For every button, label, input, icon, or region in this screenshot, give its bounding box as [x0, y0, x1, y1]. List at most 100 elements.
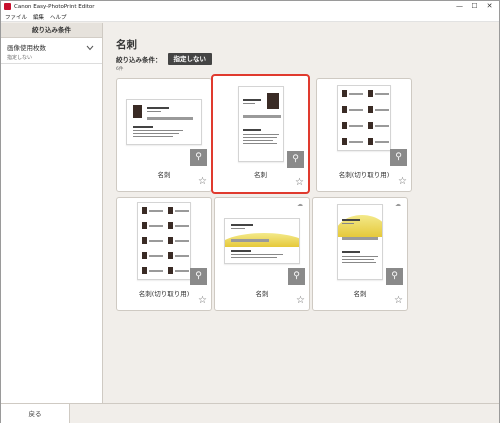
- chevron-down-icon[interactable]: [86, 44, 94, 53]
- thumb-text: [242, 129, 261, 131]
- portrait-photo: [168, 207, 173, 214]
- thumb-text: [231, 224, 253, 226]
- template-card[interactable]: ☁ ⚲ 名刺 ☆: [214, 197, 310, 311]
- portrait-photo: [133, 105, 142, 118]
- template-thumbnail: [224, 218, 300, 264]
- thumb-text: [147, 107, 169, 109]
- star-icon[interactable]: ☆: [295, 177, 304, 188]
- filter-title: 画像使用枚数: [7, 44, 46, 52]
- cloud-download-icon[interactable]: ☁: [297, 201, 303, 208]
- thumb-placeholder: [375, 141, 389, 143]
- result-count: 6件: [116, 67, 124, 72]
- thumb-text: [242, 143, 277, 144]
- portrait-photo: [368, 138, 373, 145]
- thumb-text: [242, 140, 273, 141]
- thumb-placeholder: [231, 239, 269, 242]
- window-title: Canon Easy-PhotoPrint Editor: [14, 3, 95, 10]
- portrait-photo: [368, 122, 373, 129]
- portrait-photo: [368, 90, 373, 97]
- title-bar: Canon Easy-PhotoPrint Editor — ☐ ✕: [1, 1, 499, 12]
- thumb-placeholder: [375, 125, 389, 127]
- minimize-button[interactable]: —: [452, 1, 467, 12]
- app-logo-icon: [4, 3, 11, 10]
- menu-bar: ファイル 編集 ヘルプ: [1, 12, 499, 22]
- portrait-photo: [168, 222, 173, 229]
- thumb-placeholder: [175, 210, 189, 212]
- portrait-photo: [342, 138, 347, 145]
- thumb-placeholder: [175, 255, 189, 257]
- thumb-placeholder: [349, 125, 363, 127]
- thumb-text: [342, 219, 360, 221]
- thumb-text: [342, 262, 376, 263]
- magnifier-icon[interactable]: ⚲: [287, 151, 304, 168]
- maximize-button[interactable]: ☐: [467, 1, 482, 12]
- thumb-text: [133, 130, 183, 131]
- thumb-text: [342, 251, 360, 253]
- thumb-placeholder: [149, 210, 163, 212]
- close-button[interactable]: ✕: [482, 1, 497, 12]
- portrait-photo: [342, 122, 347, 129]
- menu-edit[interactable]: 編集: [33, 13, 44, 21]
- menu-help[interactable]: ヘルプ: [50, 13, 67, 21]
- star-icon[interactable]: ☆: [198, 176, 207, 187]
- magnifier-icon[interactable]: ⚲: [390, 149, 407, 166]
- thumb-placeholder: [147, 117, 193, 120]
- card-label: 名刺: [255, 290, 269, 298]
- template-thumbnail: [337, 204, 383, 280]
- thumb-placeholder: [149, 225, 163, 227]
- star-icon[interactable]: ☆: [398, 176, 407, 187]
- back-button[interactable]: 戻る: [1, 404, 70, 423]
- thumb-placeholder: [349, 93, 363, 95]
- magnifier-icon[interactable]: ⚲: [386, 268, 403, 285]
- portrait-photo: [142, 267, 147, 274]
- magnifier-icon[interactable]: ⚲: [190, 149, 207, 166]
- card-label: 名刺(切り取り用): [138, 290, 190, 298]
- template-card[interactable]: ⚲ 名刺 ☆: [211, 74, 310, 194]
- portrait-photo: [142, 237, 147, 244]
- thumb-placeholder: [149, 255, 163, 257]
- star-icon[interactable]: ☆: [198, 295, 207, 306]
- template-card[interactable]: ☁ ⚲ 名刺 ☆: [312, 197, 408, 311]
- thumb-text: [133, 136, 173, 137]
- thumb-placeholder: [175, 225, 189, 227]
- magnifier-icon[interactable]: ⚲: [190, 268, 207, 285]
- thumb-text: [133, 126, 153, 128]
- thumb-text: [242, 99, 261, 101]
- thumb-text: [342, 223, 354, 224]
- portrait-photo: [142, 252, 147, 259]
- filter-value: 指定しない: [7, 55, 33, 61]
- thumb-placeholder: [175, 240, 189, 242]
- thumb-text: [342, 256, 378, 257]
- template-thumbnail: [337, 85, 391, 151]
- thumb-text: [231, 250, 251, 252]
- portrait-photo: [342, 90, 347, 97]
- bottom-bar: 戻る: [1, 403, 499, 423]
- thumb-placeholder: [149, 240, 163, 242]
- star-icon[interactable]: ☆: [394, 295, 403, 306]
- thumb-text: [231, 257, 277, 258]
- template-card[interactable]: ⚲ 名刺 ☆: [116, 78, 212, 192]
- filter-label: 絞り込み条件：: [116, 56, 162, 64]
- thumb-text: [231, 228, 245, 229]
- template-card[interactable]: ⚲ 名刺(切り取り用) ☆: [116, 197, 212, 311]
- thumb-text: [147, 111, 161, 112]
- star-icon[interactable]: ☆: [296, 295, 305, 306]
- thumb-placeholder: [175, 270, 189, 272]
- template-thumbnail: [137, 202, 191, 280]
- portrait-photo: [142, 222, 147, 229]
- template-card[interactable]: ⚲ 名刺(切り取り用) ☆: [316, 78, 412, 192]
- window-controls: — ☐ ✕: [452, 1, 497, 12]
- card-label: 名刺: [353, 290, 367, 298]
- portrait-photo: [168, 267, 173, 274]
- page-title: 名刺: [116, 39, 137, 51]
- thumb-placeholder: [375, 109, 389, 111]
- cloud-download-icon[interactable]: ☁: [395, 201, 401, 208]
- thumb-placeholder: [349, 141, 363, 143]
- active-filter-row: 絞り込み条件： 指定しない: [116, 53, 212, 65]
- thumb-placeholder: [342, 237, 378, 240]
- filter-image-count[interactable]: 画像使用枚数 指定しない: [1, 38, 102, 64]
- magnifier-icon[interactable]: ⚲: [288, 268, 305, 285]
- app-window: Canon Easy-PhotoPrint Editor — ☐ ✕ ファイル …: [0, 0, 500, 423]
- menu-file[interactable]: ファイル: [5, 13, 27, 21]
- filter-sidebar: 絞り込み条件 画像使用枚数 指定しない: [1, 23, 103, 403]
